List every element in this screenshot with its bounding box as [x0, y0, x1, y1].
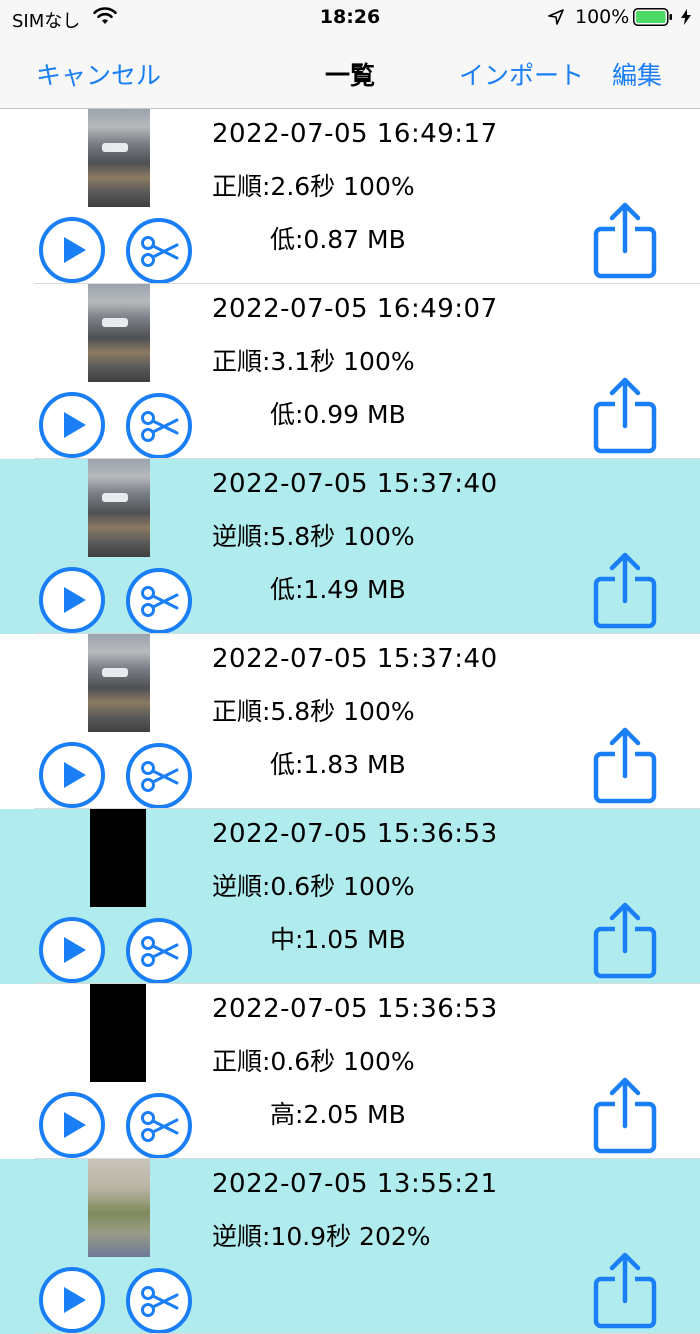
share-icon[interactable] [593, 1076, 657, 1154]
scissors-icon[interactable] [124, 741, 194, 809]
recording-date: 2022-07-05 16:49:07 [212, 294, 498, 324]
scissors-icon[interactable] [124, 216, 194, 284]
playback-info: 正順:2.6秒 100% [212, 172, 415, 201]
play-icon[interactable] [38, 216, 106, 284]
list-item[interactable]: 2022-07-05 15:36:53 逆順:0.6秒 100% 中:1.05 … [0, 809, 700, 984]
list-item[interactable]: 2022-07-05 15:37:40 逆順:5.8秒 100% 低:1.49 … [0, 459, 700, 634]
location-arrow-icon [548, 9, 564, 25]
list-item[interactable]: 2022-07-05 13:55:21 逆順:10.9秒 202% [0, 1159, 700, 1334]
recording-date: 2022-07-05 13:55:21 [212, 1169, 498, 1199]
playback-info: 正順:3.1秒 100% [212, 347, 415, 376]
scissors-icon[interactable] [124, 916, 194, 984]
playback-info: 正順:5.8秒 100% [212, 697, 415, 726]
scissors-icon[interactable] [124, 566, 194, 634]
charging-bolt-icon [681, 9, 691, 25]
video-thumbnail [88, 1159, 150, 1257]
playback-info: 逆順:5.8秒 100% [212, 522, 415, 551]
play-icon[interactable] [38, 566, 106, 634]
playback-info: 逆順:0.6秒 100% [212, 872, 415, 901]
play-icon[interactable] [38, 916, 106, 984]
video-list[interactable]: 2022-07-05 16:49:17 正順:2.6秒 100% 低:0.87 … [0, 109, 700, 1334]
file-size: 低:1.49 MB [270, 575, 406, 604]
video-thumbnail [88, 459, 150, 557]
file-size: 高:2.05 MB [270, 1100, 406, 1129]
recording-date: 2022-07-05 16:49:17 [212, 119, 498, 149]
play-icon[interactable] [38, 1266, 106, 1334]
share-icon[interactable] [593, 201, 657, 279]
play-icon[interactable] [38, 741, 106, 809]
list-item[interactable]: 2022-07-05 15:36:53 正順:0.6秒 100% 高:2.05 … [0, 984, 700, 1159]
file-size: 低:0.87 MB [270, 225, 406, 254]
play-icon[interactable] [38, 391, 106, 459]
list-item[interactable]: 2022-07-05 15:37:40 正順:5.8秒 100% 低:1.83 … [0, 634, 700, 809]
share-icon[interactable] [593, 376, 657, 454]
edit-button[interactable]: 編集 [612, 56, 662, 92]
recording-date: 2022-07-05 15:36:53 [212, 819, 498, 849]
playback-info: 逆順:10.9秒 202% [212, 1222, 431, 1251]
share-icon[interactable] [593, 551, 657, 629]
navigation-bar: キャンセル 一覧 インポート 編集 [0, 36, 700, 109]
video-thumbnail [88, 284, 150, 382]
file-size: 低:1.83 MB [270, 750, 406, 779]
file-size: 低:0.99 MB [270, 400, 406, 429]
scissors-icon[interactable] [124, 1266, 194, 1334]
list-item[interactable]: 2022-07-05 16:49:07 正順:3.1秒 100% 低:0.99 … [0, 284, 700, 459]
share-icon[interactable] [593, 901, 657, 979]
scissors-icon[interactable] [124, 391, 194, 459]
list-item[interactable]: 2022-07-05 16:49:17 正順:2.6秒 100% 低:0.87 … [0, 109, 700, 284]
share-icon[interactable] [593, 726, 657, 804]
playback-info: 正順:0.6秒 100% [212, 1047, 415, 1076]
recording-date: 2022-07-05 15:37:40 [212, 644, 498, 674]
video-thumbnail [88, 109, 150, 207]
battery-icon [633, 8, 672, 26]
import-button[interactable]: インポート [459, 56, 584, 92]
play-icon[interactable] [38, 1091, 106, 1159]
video-thumbnail [88, 634, 150, 732]
recording-date: 2022-07-05 15:36:53 [212, 994, 498, 1024]
share-icon[interactable] [593, 1251, 657, 1329]
page-title: 一覧 [324, 61, 375, 90]
video-thumbnail [90, 984, 146, 1082]
video-thumbnail [90, 809, 146, 907]
status-bar: SIMなし 18:26 100% [0, 0, 700, 36]
recording-date: 2022-07-05 15:37:40 [212, 469, 498, 499]
file-size: 中:1.05 MB [270, 925, 406, 954]
scissors-icon[interactable] [124, 1091, 194, 1159]
battery-percent: 100% [575, 6, 630, 28]
